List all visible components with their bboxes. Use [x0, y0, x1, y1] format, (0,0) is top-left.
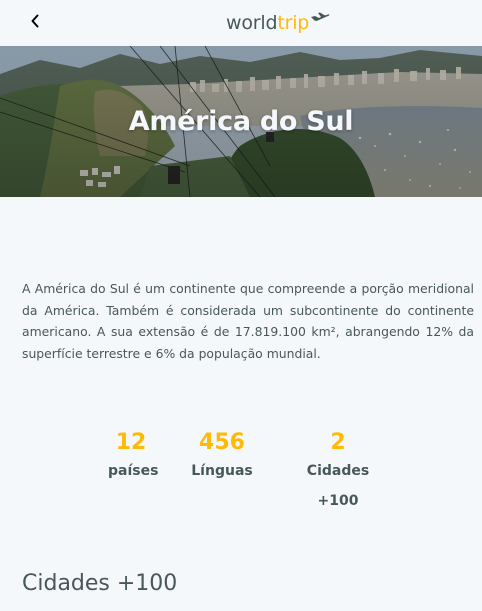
- continent-description: A América do Sul é um continente que com…: [22, 281, 474, 361]
- logo-text-trip: trip: [277, 12, 310, 34]
- logo-text-world: world: [226, 12, 278, 34]
- stat-languages-label: Línguas: [191, 463, 253, 479]
- chevron-left-icon: [31, 14, 39, 28]
- continent-banner: América do Sul: [0, 46, 482, 197]
- stat-countries-label: países: [108, 463, 159, 479]
- worldtrip-logo[interactable]: world trip: [226, 8, 330, 38]
- airplane-icon: [311, 12, 330, 21]
- stat-countries: 12 países: [108, 428, 159, 486]
- cities-section-title: Cidades +100: [22, 571, 178, 596]
- stat-cities-label: Cidades +100: [306, 463, 370, 509]
- back-button[interactable]: [24, 10, 46, 32]
- stat-languages-value: 456: [199, 430, 245, 455]
- continent-stats: 12 países 456 Línguas 2 Cidades +100: [0, 428, 482, 509]
- stat-cities: 2 Cidades +100: [286, 428, 390, 516]
- stat-cities-value: 2: [330, 430, 346, 455]
- stat-countries-value: 12: [115, 430, 147, 455]
- stat-languages: 456 Línguas: [190, 428, 254, 486]
- header: world trip: [0, 0, 482, 46]
- continent-title: América do Sul: [128, 106, 354, 137]
